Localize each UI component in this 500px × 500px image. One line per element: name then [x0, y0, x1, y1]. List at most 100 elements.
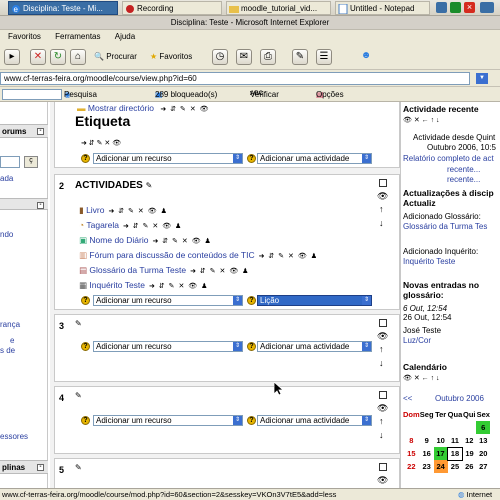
activity-survey[interactable]: ▦ Inquérito Teste ➜ ⇵ ✎ ✕ 👁 ♟ — [79, 280, 208, 291]
calendar-day[interactable]: 6 — [476, 421, 491, 434]
calendar-day[interactable]: 20 — [476, 447, 490, 460]
restore-icon[interactable] — [450, 2, 461, 13]
forum-search-button[interactable]: ç — [24, 156, 38, 168]
close-icon[interactable]: × — [464, 2, 475, 13]
calendar-month[interactable]: Outubro 2006 — [435, 394, 484, 403]
arrow-down-icon[interactable]: ↓ — [379, 431, 384, 440]
home-icon[interactable]: ⌂ — [70, 49, 86, 65]
edit-icon[interactable]: ✎ — [146, 181, 153, 190]
add-resource-select[interactable]: Adicionar um recurso ⇕ — [93, 153, 243, 164]
calendar-day[interactable]: 23 — [420, 460, 434, 473]
forum-search-input[interactable] — [0, 156, 20, 168]
taskbar-item-notepad[interactable]: Untitled - Notepad — [335, 1, 430, 15]
glossary-link[interactable]: Glossário da Turma Tes — [403, 222, 487, 231]
recent-link-2[interactable]: recente... — [447, 175, 480, 184]
calendar-day[interactable]: 16 — [420, 447, 434, 460]
google-search-input[interactable] — [2, 89, 62, 100]
eye-icon[interactable]: 👁 — [377, 192, 389, 201]
entry-link[interactable]: Luz/Cor — [403, 336, 431, 345]
activity-forum[interactable]: ▥ Fórum para discussão de conteúdos de T… — [79, 250, 318, 261]
calendar-day[interactable]: 15 — [403, 447, 420, 460]
highlight-icon[interactable] — [379, 319, 387, 327]
add-activity-select[interactable]: Adicionar uma actividade ⇕ — [257, 341, 372, 352]
forward-icon[interactable]: ▸ — [4, 49, 20, 65]
help-icon[interactable]: ? — [247, 416, 256, 425]
taskbar-item-recording[interactable]: Recording — [122, 1, 222, 15]
calendar-day[interactable]: 27 — [476, 460, 490, 473]
collapse-icon[interactable]: - — [37, 464, 44, 471]
highlight-icon[interactable] — [379, 179, 387, 187]
favorites-button[interactable]: ★ Favoritos — [150, 52, 192, 61]
calendar-day[interactable] — [448, 421, 463, 434]
help-window-icon[interactable] — [480, 2, 494, 13]
calendar-day[interactable]: 9 — [420, 434, 434, 447]
add-activity-select[interactable]: Adicionar uma actividade ⇕ — [257, 415, 372, 426]
help-icon[interactable]: ? — [81, 154, 90, 163]
calendar-day[interactable] — [434, 421, 448, 434]
calendar-day[interactable]: 19 — [462, 447, 476, 460]
add-activity-select[interactable]: Lição ⇕ — [257, 295, 372, 306]
sidebar-link-teachers[interactable]: essores — [0, 432, 28, 441]
edit-icon[interactable]: ✎ — [75, 391, 82, 400]
help-icon[interactable]: ? — [81, 296, 90, 305]
advanced-search-link[interactable]: ada — [0, 174, 13, 183]
calendar-day[interactable]: 10 — [434, 434, 448, 447]
collapse-icon[interactable]: - — [37, 128, 44, 135]
search-button[interactable]: 🔍 Procurar — [94, 52, 137, 61]
calendar-day[interactable]: 25 — [448, 460, 463, 473]
menu-favorites[interactable]: Favoritos — [8, 32, 41, 41]
mail-icon[interactable]: ✉ — [236, 49, 252, 65]
calendar-day[interactable] — [403, 421, 420, 434]
recent-link-1[interactable]: recente... — [447, 165, 480, 174]
activity-glossary[interactable]: ▤ Glossário da Turma Teste ➜ ⇵ ✎ ✕ 👁 ♟ — [79, 265, 249, 276]
eye-icon[interactable]: 👁 — [377, 332, 389, 341]
highlight-icon[interactable] — [379, 463, 387, 471]
activity-journal[interactable]: ▣ Nome do Diário ➜ ⇵ ✎ ✕ 👁 ♟ — [79, 235, 212, 246]
eye-icon[interactable]: 👁 — [377, 476, 389, 485]
sidebar-link-e[interactable]: e — [10, 336, 14, 345]
taskbar-item-video[interactable]: moodle_tutorial_vid... — [226, 1, 331, 15]
arrow-down-icon[interactable]: ↓ — [379, 359, 384, 368]
calendar-day[interactable] — [420, 421, 434, 434]
activity-chat[interactable]: ◔ Tagarela ➜ ⇵ ✎ ✕ 👁 ♟ — [79, 220, 182, 230]
add-resource-select[interactable]: Adicionar um recurso ⇕ — [93, 341, 243, 352]
arrow-up-icon[interactable]: ↑ — [379, 417, 384, 426]
calendar-day[interactable]: 11 — [448, 434, 463, 447]
full-report-link[interactable]: Relatório completo de act — [403, 154, 494, 163]
arrow-up-icon[interactable]: ↑ — [379, 345, 384, 354]
help-icon[interactable]: ? — [247, 296, 256, 305]
survey-link[interactable]: Inquérito Teste — [403, 257, 455, 266]
calendar-day[interactable]: 24 — [433, 460, 448, 473]
edit-icon[interactable]: ✎ — [75, 463, 82, 472]
highlight-icon[interactable] — [379, 391, 387, 399]
calendar-day[interactable]: 8 — [403, 434, 420, 447]
calendar-day[interactable]: 26 — [462, 460, 476, 473]
messenger-icon[interactable]: ☻ — [358, 49, 374, 65]
calendar-day[interactable]: 22 — [403, 460, 420, 473]
collapse-icon[interactable]: - — [37, 202, 44, 209]
sidebar-link-ndo[interactable]: ndo — [0, 230, 13, 239]
refresh-icon[interactable]: ↻ — [50, 49, 66, 65]
stop-icon[interactable]: ✕ — [30, 49, 46, 65]
activity-book[interactable]: ▮ Livro ➜ ⇵ ✎ ✕ 👁 ♟ — [79, 205, 168, 216]
menu-tools[interactable]: Ferramentas — [55, 32, 100, 41]
print-icon[interactable]: ⎙ — [260, 49, 276, 65]
arrow-up-icon[interactable]: ↑ — [379, 205, 384, 214]
sidebar-link-sde[interactable]: s de — [0, 346, 15, 355]
eye-icon[interactable]: 👁 — [377, 404, 389, 413]
address-dropdown-icon[interactable]: ▼ — [476, 73, 488, 84]
calendar-day[interactable]: 17 — [433, 447, 448, 460]
calendar-prev[interactable]: << — [403, 394, 412, 403]
address-input[interactable]: www.cf-terras-feira.org/moodle/course/vi… — [0, 72, 470, 85]
edit-icon[interactable]: ✎ — [75, 319, 82, 328]
sidebar-link-security[interactable]: rança — [0, 320, 20, 329]
history-icon[interactable]: ◷ — [212, 49, 228, 65]
calendar-day[interactable]: 12 — [462, 434, 476, 447]
arrow-down-icon[interactable]: ↓ — [379, 219, 384, 228]
menu-help[interactable]: Ajuda — [115, 32, 135, 41]
minimize-icon[interactable] — [436, 2, 447, 13]
discuss-icon[interactable]: ☰ — [316, 49, 332, 65]
calendar-day[interactable]: 18 — [447, 446, 463, 461]
show-directory-item[interactable]: ▬ Mostrar directório ➜ ⇵ ✎ ✕ 👁 — [77, 103, 210, 113]
calendar-day[interactable]: 13 — [476, 434, 490, 447]
